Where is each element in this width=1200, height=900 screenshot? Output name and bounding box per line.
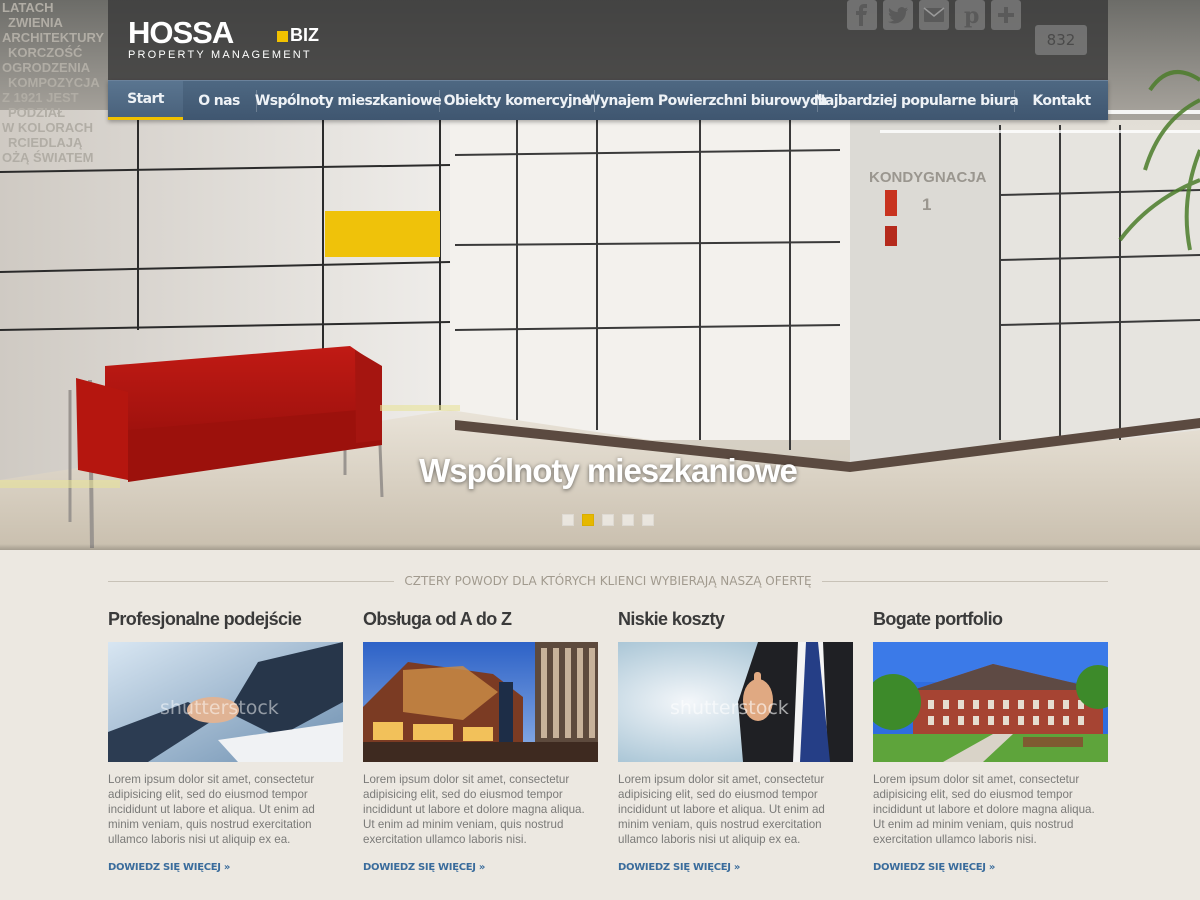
reason-title: Profesjonalne podejście xyxy=(108,609,302,629)
wall-engraving-line: KOMPOZYCJA xyxy=(8,75,100,90)
watermark-text: shutterstock xyxy=(160,697,279,719)
main-navigation: Start O nas Wspólnoty mieszkaniowe Obiek… xyxy=(108,80,1108,120)
nav-item-wspolnoty[interactable]: Wspólnoty mieszkaniowe xyxy=(255,81,442,120)
read-more-link[interactable]: DOWIEDZ SIĘ WIĘCEJ » xyxy=(873,862,995,873)
pinterest-icon[interactable]: p xyxy=(955,0,985,30)
slider-dot[interactable] xyxy=(602,514,614,526)
wall-engraving-line: ARCHITEKTURY xyxy=(2,30,104,45)
reason-card: Obsługa od A do Z Lorem ipsum dolor sit … xyxy=(363,608,598,873)
reason-card: Profesjonalne podejście shutterstock Lor… xyxy=(108,608,343,873)
logo-tld: BIZ xyxy=(290,25,319,45)
reason-title: Obsługa od A do Z xyxy=(363,609,512,629)
logo-wordmark: HOSSA xyxy=(128,15,234,50)
wall-engraving-line: W KOLORACH xyxy=(2,120,93,135)
section-title-text: CZTERY POWODY DLA KTÓRYCH KLIENCI WYBIER… xyxy=(394,574,822,588)
logo-dot xyxy=(277,31,288,42)
slide-caption: Wspólnoty mieszkaniowe xyxy=(419,452,798,489)
share-counter: 832 xyxy=(1035,25,1087,55)
site-logo[interactable]: HOSSA BIZ PROPERTY MANAGEMENT xyxy=(128,16,328,64)
section-title: CZTERY POWODY DLA KTÓRYCH KLIENCI WYBIER… xyxy=(108,574,1108,588)
nav-item-najpopularniejsze[interactable]: Najbardziej popularne biura xyxy=(814,81,1019,120)
reason-image-thumbs-up[interactable]: shutterstock xyxy=(618,642,853,762)
read-more-link[interactable]: DOWIEDZ SIĘ WIĘCEJ » xyxy=(363,862,485,873)
wall-engraving-line: Z 1921 JEST xyxy=(2,90,79,105)
reason-text: Lorem ipsum dolor sit amet, consectetur … xyxy=(108,773,315,846)
svg-text:p: p xyxy=(964,3,979,29)
wall-engraving-line: PODZIAŁ xyxy=(8,105,65,120)
slider-dot[interactable] xyxy=(582,514,594,526)
nav-item-kontakt[interactable]: Kontakt xyxy=(1015,81,1108,120)
reason-title: Bogate portfolio xyxy=(873,609,1003,629)
read-more-link[interactable]: DOWIEDZ SIĘ WIĘCEJ » xyxy=(108,862,230,873)
nav-item-start[interactable]: Start xyxy=(108,81,183,120)
wall-engraving-line: KORCZOŚĆ xyxy=(8,45,83,60)
wall-engraving-line: ZWIENIA xyxy=(8,15,63,30)
reason-card: Niskie koszty shutterstock Lorem ipsum d… xyxy=(618,608,853,873)
reason-title: Niskie koszty xyxy=(618,609,725,629)
slider-dot[interactable] xyxy=(622,514,634,526)
wall-engraving-line: OGRODZENIA xyxy=(2,60,91,75)
nav-item-wynajem[interactable]: Wynajem Powierzchni biurowych xyxy=(585,81,828,120)
facebook-icon[interactable] xyxy=(847,0,877,30)
watermark-text: shutterstock xyxy=(670,697,789,719)
wall-engraving-line: RCIEDLAJĄ xyxy=(8,135,83,150)
wall-engraving-line: LATACH xyxy=(2,0,54,15)
wall-sign-number: 1 xyxy=(922,195,931,214)
reason-image-brick-building[interactable] xyxy=(873,642,1108,762)
read-more-link[interactable]: DOWIEDZ SIĘ WIĘCEJ » xyxy=(618,862,740,873)
logo-tagline: PROPERTY MANAGEMENT xyxy=(128,49,312,61)
reason-text: Lorem ipsum dolor sit amet, consectetur … xyxy=(363,773,585,846)
reason-text: Lorem ipsum dolor sit amet, consectetur … xyxy=(873,773,1095,846)
slider-dot[interactable] xyxy=(562,514,574,526)
nav-item-obiekty[interactable]: Obiekty komercyjne xyxy=(440,81,594,120)
reason-text: Lorem ipsum dolor sit amet, consectetur … xyxy=(618,773,825,846)
reason-image-shopping-center[interactable] xyxy=(363,642,598,762)
wall-engraving-line: OŻĄ ŚWIATEM xyxy=(2,150,93,165)
slider-dot[interactable] xyxy=(642,514,654,526)
nav-item-o-nas[interactable]: O nas xyxy=(183,81,255,120)
reason-card: Bogate portfolio Lorem ipsum dolor sit a… xyxy=(873,608,1108,873)
plus-icon[interactable] xyxy=(991,0,1021,30)
email-icon[interactable] xyxy=(919,0,949,30)
wall-sign-text: KONDYGNACJA xyxy=(869,169,987,186)
twitter-icon[interactable] xyxy=(883,0,913,30)
reason-image-handshake[interactable]: shutterstock xyxy=(108,642,343,762)
